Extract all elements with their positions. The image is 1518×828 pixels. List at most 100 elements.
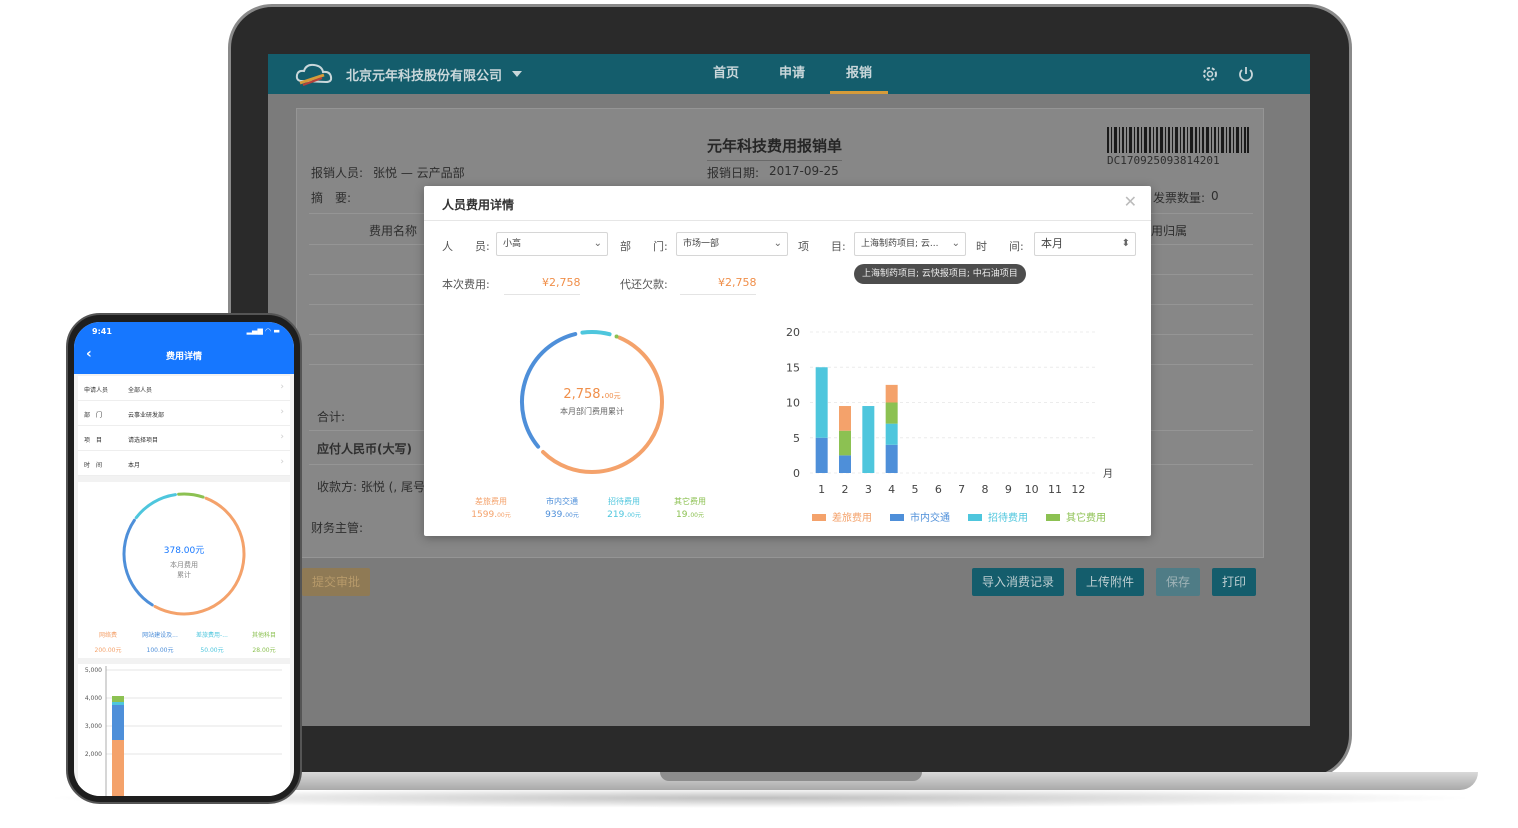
person-select[interactable]: 小高 ⌄ <box>496 232 608 256</box>
filter-row-time[interactable]: 时 间 本月 › <box>78 451 290 476</box>
donut-segment <box>134 493 177 520</box>
filter-row-applicant[interactable]: 申请人员 全部人员 › <box>78 376 290 401</box>
modal-header: 人员费用详情 ✕ <box>424 186 1151 221</box>
filter-value: 全部人员 <box>128 387 153 394</box>
this-cost-label: 本次费用: <box>442 278 490 291</box>
x-tick-label: 3 <box>865 483 872 496</box>
mobile-donut-caption-2: 累计 <box>177 570 191 579</box>
nav-home[interactable]: 首页 <box>700 54 752 94</box>
mobile-bar-chart: 5,000 4,000 3,000 2,000 <box>85 666 282 796</box>
project-select[interactable]: 上海制药项目; 云... ⌄ <box>854 232 966 256</box>
mobile-donut-chart: 378.00元 本月费用 累计 <box>122 492 246 616</box>
time-label: 时 间: <box>976 240 1024 253</box>
payee-label: 收款方: 张悦 (, 尾号 <box>317 480 425 494</box>
bar-segment <box>815 367 828 438</box>
time-select[interactable]: 本月 ⬍ <box>1034 232 1136 256</box>
mobile-legend-name: 网站建设及... <box>142 632 178 639</box>
legend-label: 市内交通 <box>910 511 950 524</box>
mobile-ytick: 3,000 <box>85 723 102 730</box>
product-showcase: 北京元年科技股份有限公司 首页 申请 报销 元年科技费用报销单 DC170925… <box>0 0 1518 828</box>
x-tick-label: 5 <box>912 483 919 496</box>
modal-title: 人员费用详情 <box>442 198 515 212</box>
monthly-bar-chart: 051015201 2 3 4 5 6 7 8 9 10 11 12月差旅费用 市内交通 招待费用 其它费用 <box>786 326 1113 524</box>
bar-segment <box>885 402 898 424</box>
barcode-image <box>1107 127 1249 153</box>
x-tick-label: 12 <box>1071 483 1085 496</box>
reporter-label: 报销人员: <box>311 166 364 180</box>
filter-label: 时 间 <box>84 462 103 469</box>
legend-swatch <box>890 514 904 521</box>
mobile-donut-card: 378.00元 本月费用 累计 网络费 200.00元 网站建设及... 100… <box>78 482 290 658</box>
donut-caption: 本月部门费用累计 <box>560 406 624 416</box>
status-icons: ▂▄▆ ◠ ▬ <box>246 327 280 335</box>
save-button[interactable]: 保存 <box>1156 568 1200 596</box>
mobile-header: 9:41 ▂▄▆ ◠ ▬ ‹ 费用详情 <box>74 322 294 374</box>
import-records-button[interactable]: 导入消费记录 <box>972 568 1064 596</box>
mobile-ytick: 2,000 <box>85 751 102 758</box>
person-label: 人 员: <box>442 240 490 253</box>
invoice-label: 发票数量: <box>1153 191 1206 205</box>
finance-label: 财务主管: <box>311 521 364 535</box>
chevron-down-icon: ⌄ <box>593 238 602 249</box>
svg-text:2,758.00元: 2,758.00元 <box>563 387 620 402</box>
x-axis-label: 月 <box>1103 468 1113 480</box>
mobile-bar-segment <box>112 740 124 796</box>
legend-hospitality-name: 招待费用 <box>608 497 640 506</box>
y-tick-label: 20 <box>786 326 800 339</box>
time-select-value: 本月 <box>1041 237 1063 250</box>
y-tick-label: 15 <box>786 361 800 374</box>
col-owner: 用归属 <box>1151 224 1188 238</box>
donut-segments <box>520 330 664 474</box>
chevron-right-icon: › <box>280 407 284 417</box>
chevron-down-icon: ⌄ <box>773 238 782 249</box>
nav-reimburse[interactable]: 报销 <box>830 54 888 94</box>
top-navigation-bar: 北京元年科技股份有限公司 首页 申请 报销 <box>268 54 1310 94</box>
mobile-donut-caption: 本月费用 <box>170 560 198 569</box>
mobile-legend-name: 其他科目 <box>251 632 276 639</box>
filter-value: 云事业研发部 <box>128 412 165 419</box>
legend-label: 招待费用 <box>988 511 1028 524</box>
x-tick-label: 4 <box>888 483 895 496</box>
company-dropdown-icon[interactable] <box>512 71 522 77</box>
donut-total: 2,758. <box>563 387 604 402</box>
power-icon[interactable] <box>1236 64 1256 84</box>
legend-hospitality-value: 219.00元 <box>607 510 641 520</box>
donut-segment <box>153 496 246 616</box>
gear-icon[interactable] <box>1200 64 1220 84</box>
legend-travel-name: 差旅费用 <box>475 497 507 506</box>
legend-swatch <box>1046 514 1060 521</box>
nav-apply[interactable]: 申请 <box>766 54 818 94</box>
legend-label: 其它费用 <box>1066 511 1106 524</box>
filter-row-department[interactable]: 部 门 云事业研发部 › <box>78 401 290 426</box>
dept-select[interactable]: 市场一部 ⌄ <box>676 232 788 256</box>
x-tick-label: 2 <box>842 483 849 496</box>
filter-label: 申请人员 <box>84 387 109 394</box>
mobile-legend-value: 200.00元 <box>94 647 122 654</box>
chevron-right-icon: › <box>280 457 284 467</box>
x-tick-label: 10 <box>1025 483 1039 496</box>
mobile-bar-segment <box>112 705 124 740</box>
x-tick-label: 9 <box>1005 483 1012 496</box>
project-tooltip: 上海制药项目; 云快报项目; 中石油项目 <box>854 264 1026 284</box>
updown-caret-icon: ⬍ <box>1121 238 1130 249</box>
donut-segment <box>541 335 664 474</box>
col-expense-name: 费用名称 <box>369 224 418 238</box>
filter-row-project[interactable]: 项 目 请选择项目 › <box>78 426 290 451</box>
status-time: 9:41 <box>92 327 112 336</box>
print-button[interactable]: 打印 <box>1212 568 1256 596</box>
mobile-donut-total: 378.00元 <box>164 546 205 556</box>
bar-segment <box>815 437 828 473</box>
form-title: 元年科技费用报销单 <box>707 135 843 161</box>
close-icon[interactable]: ✕ <box>1124 192 1137 211</box>
bar-segment <box>885 384 898 403</box>
this-cost-value: ¥2,758 <box>542 276 581 289</box>
legend-travel-value: 1599.00元 <box>471 510 511 520</box>
reporter-value: 张悦 — 云产品部 <box>373 166 465 180</box>
company-name[interactable]: 北京元年科技股份有限公司 <box>346 65 502 84</box>
submit-button[interactable]: 提交审批 <box>302 568 370 596</box>
owed-label: 代还欠款: <box>620 278 668 291</box>
filter-value: 本月 <box>128 462 141 469</box>
upload-attachment-button[interactable]: 上传附件 <box>1076 568 1144 596</box>
mobile-legend-value: 28.00元 <box>252 647 276 654</box>
bar-segment <box>839 430 851 456</box>
